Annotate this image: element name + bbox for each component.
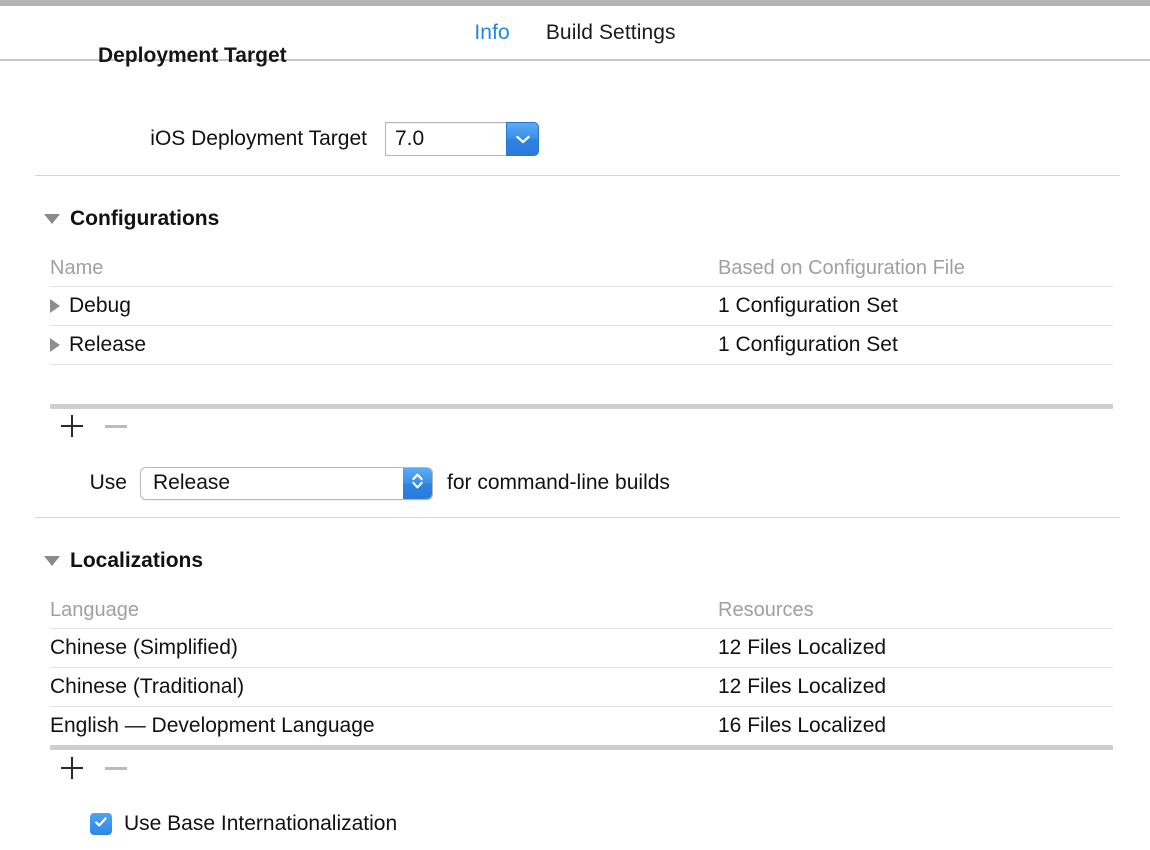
localizations-add-remove-toolbar xyxy=(50,751,138,785)
table-row[interactable]: Release 1 Configuration Set xyxy=(50,325,1113,364)
table-row[interactable]: English — Development Language 16 Files … xyxy=(50,706,1113,745)
configuration-based-on: 1 Configuration Set xyxy=(718,294,898,317)
divider-above-configurations xyxy=(35,175,1120,176)
ios-deployment-target-dropdown-button[interactable] xyxy=(506,122,539,156)
chevron-up-down-icon xyxy=(410,470,425,497)
clipped-section-heading: Deployment Target xyxy=(98,44,287,68)
configurations-title: Configurations xyxy=(70,207,219,231)
use-base-internationalization-checkbox[interactable] xyxy=(90,813,112,835)
use-base-internationalization-row[interactable]: Use Base Internationalization xyxy=(90,809,397,839)
plus-icon xyxy=(61,757,83,779)
configuration-name: Debug xyxy=(69,294,131,318)
localization-resources: 12 Files Localized xyxy=(718,636,886,659)
localizations-title: Localizations xyxy=(70,549,203,573)
settings-scroll-area[interactable]: Deployment Target iOS Deployment Target … xyxy=(0,61,1150,850)
localizations-table: Language Resources Chinese (Simplified) … xyxy=(50,598,1113,750)
command-line-suffix-label: for command-line builds xyxy=(433,471,670,495)
ios-deployment-target-row: iOS Deployment Target 7.0 xyxy=(0,117,1150,161)
triangle-right-icon[interactable] xyxy=(50,299,60,313)
command-line-configuration-popup[interactable]: Release xyxy=(140,467,433,500)
configurations-table: Name Based on Configuration File Debug 1… xyxy=(50,256,1113,409)
configurations-empty-row xyxy=(50,364,1113,404)
configuration-based-on: 1 Configuration Set xyxy=(718,333,898,356)
checkmark-icon xyxy=(93,814,109,835)
table-row[interactable]: Chinese (Traditional) 12 Files Localized xyxy=(50,667,1113,706)
configurations-table-header: Name Based on Configuration File xyxy=(50,256,1113,286)
column-header-resources: Resources xyxy=(718,599,814,621)
command-line-prefix-label: Use xyxy=(0,471,140,495)
column-header-based-on: Based on Configuration File xyxy=(718,257,965,279)
localization-resources: 12 Files Localized xyxy=(718,675,886,698)
use-base-internationalization-label: Use Base Internationalization xyxy=(124,812,397,836)
ios-deployment-target-label: iOS Deployment Target xyxy=(0,127,385,151)
localization-resources: 16 Files Localized xyxy=(718,714,886,737)
triangle-down-icon[interactable] xyxy=(44,556,60,566)
remove-localization-button[interactable] xyxy=(94,751,138,785)
localization-language: Chinese (Traditional) xyxy=(50,675,244,699)
remove-configuration-button[interactable] xyxy=(94,409,138,443)
command-line-configuration-value: Release xyxy=(141,471,230,495)
plus-icon xyxy=(61,415,83,437)
column-header-language: Language xyxy=(50,599,139,622)
localization-language: English — Development Language xyxy=(50,714,375,738)
triangle-down-icon[interactable] xyxy=(44,214,60,224)
configurations-section-header[interactable]: Configurations xyxy=(44,207,219,231)
configurations-add-remove-toolbar xyxy=(50,409,138,443)
localization-language: Chinese (Simplified) xyxy=(50,636,238,660)
ios-deployment-target-combobox[interactable]: 7.0 xyxy=(385,122,539,156)
command-line-build-configuration-row: Use Release for command-line builds xyxy=(0,465,670,501)
configuration-name: Release xyxy=(69,333,146,357)
minus-icon xyxy=(105,425,127,428)
command-line-configuration-popup-button[interactable] xyxy=(403,468,432,499)
triangle-right-icon[interactable] xyxy=(50,338,60,352)
divider-above-localizations xyxy=(35,517,1120,518)
chevron-down-icon xyxy=(515,134,531,145)
column-header-name: Name xyxy=(50,257,103,280)
table-row[interactable]: Chinese (Simplified) 12 Files Localized xyxy=(50,628,1113,667)
add-localization-button[interactable] xyxy=(50,751,94,785)
ios-deployment-target-value[interactable]: 7.0 xyxy=(385,122,506,156)
localizations-table-header: Language Resources xyxy=(50,598,1113,628)
localizations-section-header[interactable]: Localizations xyxy=(44,549,203,573)
add-configuration-button[interactable] xyxy=(50,409,94,443)
configurations-table-footer-rule xyxy=(50,404,1113,409)
tab-build-settings[interactable]: Build Settings xyxy=(528,21,694,45)
minus-icon xyxy=(105,767,127,770)
table-row[interactable]: Debug 1 Configuration Set xyxy=(50,286,1113,325)
localizations-table-footer-rule xyxy=(50,745,1113,750)
tab-info[interactable]: Info xyxy=(456,21,527,45)
